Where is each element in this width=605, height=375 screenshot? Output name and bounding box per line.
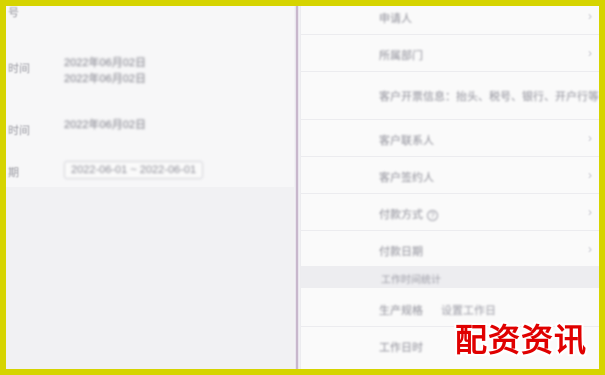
field-value: 2022年06月02日	[64, 57, 146, 69]
field-label: 号	[8, 7, 19, 19]
field-value: 2022年06月02日	[64, 119, 146, 131]
chevron-right-icon: ›	[588, 9, 592, 23]
watermark-logo: 配资资讯	[454, 321, 587, 359]
form-row-department[interactable]: 所属部门 ›	[301, 35, 599, 72]
form-row-client-signer[interactable]: 客户签约人 ›	[301, 157, 599, 194]
form-label: 申请人	[379, 13, 412, 25]
list-item: 时间 2022年06月02日	[6, 114, 294, 144]
field-label: 期	[8, 167, 19, 179]
form-label: 付款日期	[379, 246, 423, 258]
form-label-text: 付款方式	[379, 209, 423, 221]
field-label: 时间	[8, 63, 30, 75]
field-value-line2: 2022年06月02日	[64, 73, 146, 85]
list-item: 号	[6, 6, 294, 20]
textarea-placeholder: 客户开票信息：抬头、税号、银行、开户行等	[379, 91, 599, 103]
pane-divider[interactable]	[295, 6, 299, 369]
form-textarea-invoice-info[interactable]: 客户开票信息：抬头、税号、银行、开户行等	[301, 72, 599, 120]
divider-line	[296, 6, 298, 369]
list-item: 期 2022-06-01 ~ 2022-06-01	[6, 156, 294, 186]
app-window: 号 时间 2022年06月02日 2022年06月02日 时间 2022年06月…	[6, 6, 599, 369]
left-pane: 号 时间 2022年06月02日 2022年06月02日 时间 2022年06月…	[6, 6, 294, 369]
chevron-right-icon: ›	[588, 168, 592, 182]
form-label: 客户联系人	[379, 135, 434, 147]
chevron-right-icon: ›	[588, 46, 592, 60]
form-label: 生产规格	[379, 305, 423, 317]
form-row-payment-method[interactable]: 付款方式? ›	[301, 194, 599, 231]
chevron-right-icon: ›	[588, 205, 592, 219]
form-label: 所属部门	[379, 50, 423, 62]
chevron-right-icon: ›	[588, 131, 592, 145]
form-row-applicant[interactable]: 申请人 ›	[301, 6, 599, 35]
section-header: 工作时间统计	[301, 266, 599, 288]
form-label: 工作日时	[379, 342, 423, 354]
form-row-client-contact[interactable]: 客户联系人 ›	[301, 120, 599, 157]
form-label: 客户签约人	[379, 172, 434, 184]
section-title: 工作时间统计	[381, 275, 441, 286]
help-icon[interactable]: ?	[427, 209, 438, 221]
field-label: 时间	[8, 125, 30, 137]
form-label: 付款方式?	[379, 206, 438, 222]
list-item: 时间 2022年06月02日 2022年06月02日	[6, 52, 294, 85]
chevron-right-icon: ›	[588, 242, 592, 256]
form-row-payment-date[interactable]: 付款日期 ›	[301, 231, 599, 268]
date-range-field[interactable]: 2022-06-01 ~ 2022-06-01	[64, 161, 204, 179]
left-detail-list: 号 时间 2022年06月02日 2022年06月02日 时间 2022年06月…	[6, 6, 294, 187]
